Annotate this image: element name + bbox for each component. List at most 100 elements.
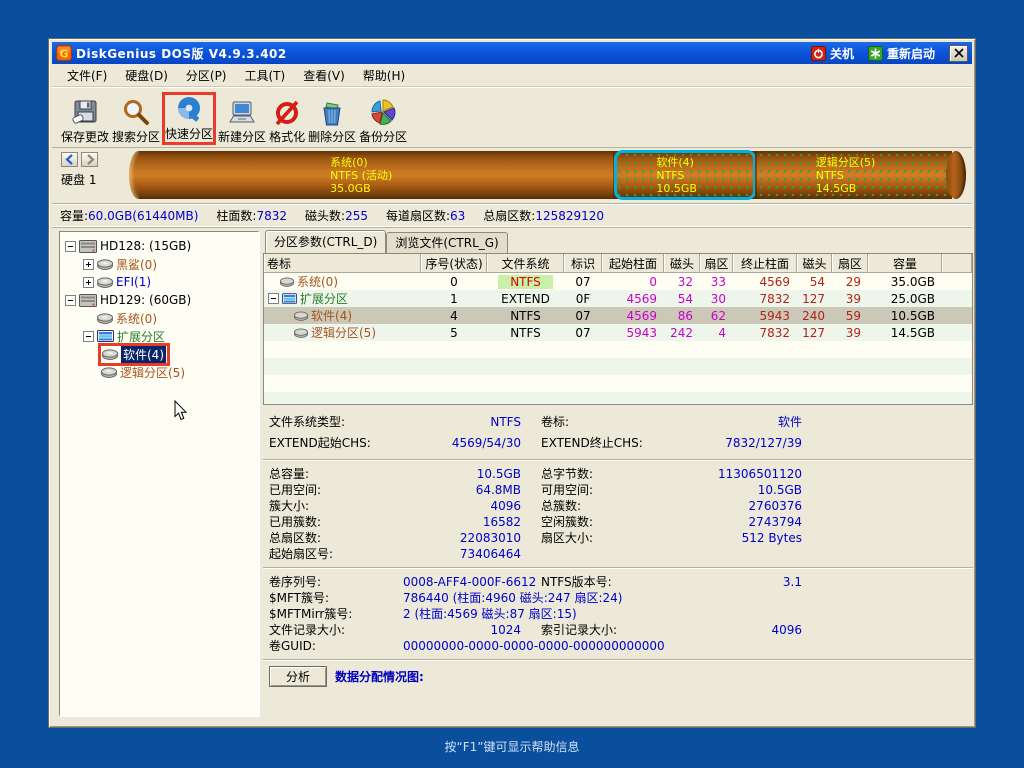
cell-name: 软件(4) — [311, 307, 352, 324]
new-partition-button[interactable]: 新建分区 — [217, 96, 267, 145]
partition-icon — [102, 349, 118, 360]
expand-toggle-icon[interactable] — [83, 259, 94, 270]
segment-fs: NTFS — [816, 169, 894, 182]
diskgenius-logo-icon: G — [56, 45, 72, 61]
table-row-logical[interactable]: 逻辑分区(5) 5 NTFS 07 5943 242 4 7832 127 39… — [264, 324, 972, 341]
analyze-button[interactable]: 分析 — [269, 666, 327, 687]
collapse-toggle-icon[interactable] — [83, 331, 94, 342]
detail-value: 786440 (柱面:4960 磁头:247 扇区:24) — [403, 590, 622, 606]
cell-capacity: 10.5GB — [868, 307, 942, 324]
cell-id: 07 — [564, 324, 602, 341]
segment-name: 系统(0) — [330, 156, 422, 169]
col-filesystem[interactable]: 文件系统 — [487, 254, 564, 272]
partition-details: 文件系统类型:NTFS卷标:软件 EXTEND起始CHS:4569/54/30E… — [263, 405, 973, 687]
sectors-per-track-label: 每道扇区数: — [386, 207, 450, 224]
table-row-system[interactable]: 系统(0) 0 NTFS 07 0 32 33 4569 54 29 35.0G… — [264, 273, 972, 290]
toolbar: 保存更改 搜索分区 快速分区 新建分区 — [52, 87, 972, 148]
delete-partition-label: 删除分区 — [308, 128, 356, 145]
collapse-toggle-icon[interactable] — [65, 241, 76, 252]
restart-icon — [868, 46, 883, 61]
col-start-cyl[interactable]: 起始柱面 — [602, 254, 664, 272]
col-volume-label[interactable]: 卷标 — [264, 254, 421, 272]
expand-toggle-icon[interactable] — [83, 277, 94, 288]
table-row-extended[interactable]: 扩展分区 1 EXTEND 0F 4569 54 30 7832 127 39 … — [264, 290, 972, 307]
tree-item-hd128[interactable]: HD128: (15GB) — [60, 237, 258, 255]
table-empty-stripes — [264, 341, 972, 405]
partition-icon — [280, 277, 294, 287]
col-seq-status[interactable]: 序号(状态) — [421, 254, 487, 272]
disk-segment-logical[interactable]: 逻辑分区(5) NTFS 14.5GB — [755, 151, 952, 199]
detail-label: EXTEND起始CHS: — [269, 433, 403, 454]
new-partition-icon — [226, 98, 258, 128]
disk-segment-system[interactable]: 系统(0) NTFS (活动) 35.0GB — [139, 151, 613, 199]
detail-value: 10.5GB — [619, 482, 802, 498]
arrow-right-icon — [85, 154, 95, 165]
collapse-toggle-icon[interactable] — [65, 295, 76, 306]
col-end-cyl[interactable]: 终止柱面 — [733, 254, 797, 272]
tree-item-efi[interactable]: EFI(1) — [60, 273, 258, 291]
detail-value: 64.8MB — [403, 482, 521, 498]
format-button[interactable]: 格式化 — [268, 96, 306, 145]
cell-end-sector: 59 — [832, 307, 868, 324]
cell-fs: NTFS — [487, 324, 564, 341]
col-end-sector[interactable]: 扇区 — [832, 254, 868, 272]
tree-item-software[interactable]: 软件(4) — [60, 345, 258, 363]
tab-partition-params[interactable]: 分区参数(CTRL_D) — [265, 230, 386, 253]
tab-browse-files[interactable]: 浏览文件(CTRL_G) — [386, 232, 507, 253]
table-header-row: 卷标 序号(状态) 文件系统 标识 起始柱面 磁头 扇区 终止柱面 磁头 扇区 … — [264, 254, 972, 273]
quick-partition-button[interactable]: 快速分区 — [162, 92, 216, 145]
detail-value: 4096 — [619, 622, 802, 638]
disk-info-bar: 容量: 60.0GB(61440MB) 柱面数: 7832 磁头数: 255 每… — [52, 203, 972, 228]
tree-item-hd129[interactable]: HD129: (60GB) — [60, 291, 258, 309]
search-partition-button[interactable]: 搜索分区 — [111, 96, 161, 145]
save-changes-button[interactable]: 保存更改 — [60, 96, 110, 145]
tree-item-logical[interactable]: 逻辑分区(5) — [60, 363, 258, 381]
tree-item-label: 系统(0) — [116, 310, 157, 327]
detail-label: 扇区大小: — [541, 530, 593, 546]
collapse-toggle-icon[interactable] — [268, 293, 279, 304]
next-disk-button[interactable] — [81, 152, 98, 167]
cell-end-sector: 29 — [832, 273, 868, 290]
cell-seq: 0 — [421, 273, 487, 290]
restart-button[interactable]: 重新启动 — [868, 45, 935, 62]
tree-item-heisha[interactable]: 黑鲨(0) — [60, 255, 258, 273]
sectors-per-track-value: 63 — [450, 209, 465, 223]
menu-partition[interactable]: 分区(P) — [177, 65, 236, 86]
disk-segment-software[interactable]: 软件(4) NTFS 10.5GB — [613, 151, 755, 199]
prev-disk-button[interactable] — [61, 152, 78, 167]
detail-value: 00000000-0000-0000-0000-000000000000 — [403, 638, 665, 654]
section-divider — [263, 659, 973, 661]
backup-partition-button[interactable]: 备份分区 — [358, 96, 408, 145]
cell-start-head: 32 — [664, 273, 700, 290]
col-capacity[interactable]: 容量 — [868, 254, 942, 272]
quick-partition-label: 快速分区 — [165, 125, 213, 142]
heads-value: 255 — [345, 209, 368, 223]
total-sectors-label: 总扇区数: — [483, 207, 535, 224]
menu-tools[interactable]: 工具(T) — [236, 65, 295, 86]
col-start-head[interactable]: 磁头 — [664, 254, 700, 272]
col-filler — [942, 254, 972, 272]
col-id[interactable]: 标识 — [564, 254, 602, 272]
title-bar[interactable]: G DiskGenius DOS版 V4.9.3.402 关机 重新启动 — [52, 42, 972, 64]
menu-file[interactable]: 文件(F) — [58, 65, 116, 86]
total-sectors-value: 125829120 — [535, 209, 604, 223]
delete-partition-button[interactable]: 删除分区 — [307, 96, 357, 145]
quick-partition-icon — [173, 95, 205, 125]
menu-help[interactable]: 帮助(H) — [354, 65, 414, 86]
menu-disk[interactable]: 硬盘(D) — [116, 65, 177, 86]
shutdown-button[interactable]: 关机 — [811, 45, 854, 62]
cell-id: 07 — [564, 273, 602, 290]
detail-value: 10.5GB — [403, 466, 521, 482]
col-start-sector[interactable]: 扇区 — [700, 254, 733, 272]
tree-item-system[interactable]: 系统(0) — [60, 309, 258, 327]
table-row-software-selected[interactable]: 软件(4) 4 NTFS 07 4569 86 62 5943 240 59 1… — [264, 307, 972, 324]
col-end-head[interactable]: 磁头 — [797, 254, 832, 272]
close-button[interactable] — [949, 45, 968, 62]
menu-view[interactable]: 查看(V) — [294, 65, 354, 86]
cell-start-sector: 62 — [700, 307, 733, 324]
cylinder-right-cap — [946, 151, 966, 199]
cell-fs-active: NTFS — [498, 275, 553, 289]
restart-label: 重新启动 — [887, 45, 935, 62]
extended-partition-icon — [97, 330, 114, 342]
detail-label: 索引记录大小: — [541, 622, 617, 638]
